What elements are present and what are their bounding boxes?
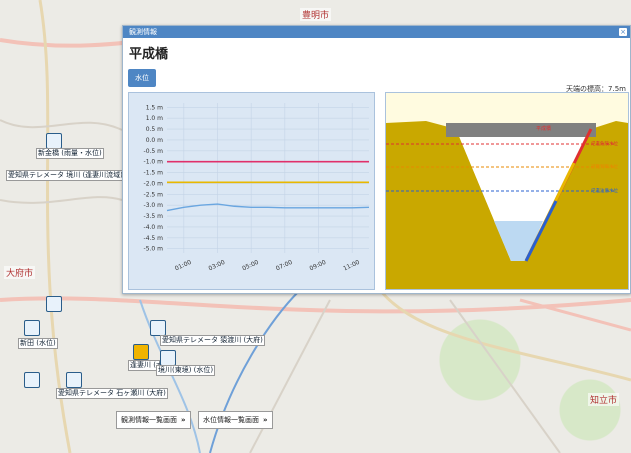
chart-svg: 1.5 m 1.0 m 0.5 m 0.0 m -0.5 m -1.0 m -1.5 m -2… bbox=[144, 103, 370, 273]
station-marker-icon[interactable] bbox=[46, 133, 62, 149]
bridge-deck bbox=[446, 123, 596, 137]
popup-header: 観測情報 bbox=[123, 26, 630, 38]
x-tick-label: 09:00 bbox=[309, 259, 328, 273]
bridge-label: 平成橋 bbox=[536, 125, 551, 132]
y-tick-label: 1.5 m bbox=[146, 104, 163, 111]
y-tick-label: -0.5 m bbox=[144, 148, 164, 155]
y-tick-label: -1.5 m bbox=[144, 170, 164, 177]
double-chevron-right-icon: » bbox=[263, 416, 268, 424]
level-label-danger: 氾濫危険水位 bbox=[591, 140, 618, 147]
y-tick-label: -3.0 m bbox=[144, 202, 164, 209]
cross-section-svg: 平成橋 氾濫危険水位 避難判断水位 氾濫注意水位 bbox=[386, 93, 628, 289]
station-marker-icon[interactable] bbox=[160, 350, 176, 366]
y-tick-label: 0.0 m bbox=[146, 137, 163, 144]
y-tick-label: -5.0 m bbox=[144, 246, 164, 253]
station-marker-icon[interactable] bbox=[66, 372, 82, 388]
y-tick-label: 1.0 m bbox=[146, 115, 163, 122]
x-tick-label: 01:00 bbox=[174, 259, 193, 273]
map-label-toyoake: 豊明市 bbox=[300, 8, 332, 21]
y-tick-label: -2.0 m bbox=[144, 180, 164, 187]
level-label-caution: 氾濫注意水位 bbox=[591, 187, 618, 194]
y-tick-label: -2.5 m bbox=[144, 191, 164, 198]
station-marker-icon[interactable] bbox=[24, 320, 40, 336]
marker-label: 新田 (水位) bbox=[18, 338, 58, 349]
x-tick-label: 05:00 bbox=[241, 259, 260, 273]
observation-popup: 観測情報 × 平成橋 水位 天端の標高：7.5m 1.5 m 1.0 m 0.5 m… bbox=[122, 25, 631, 294]
double-chevron-right-icon: » bbox=[181, 416, 186, 424]
water-level-list-label: 水位情報一覧画面 bbox=[203, 416, 259, 424]
station-title: 平成橋 bbox=[129, 47, 169, 62]
station-marker-icon[interactable] bbox=[46, 296, 62, 312]
y-tick-label: -3.5 m bbox=[144, 213, 164, 220]
level-label-evacuation: 避難判断水位 bbox=[591, 163, 618, 170]
observation-list-label: 観測情報一覧画面 bbox=[121, 416, 177, 424]
map-label-chiryu: 知立市 bbox=[588, 393, 620, 406]
water-level-chart: 1.5 m 1.0 m 0.5 m 0.0 m -0.5 m -1.0 m -1.5 m -2… bbox=[128, 92, 375, 290]
y-tick-label: -4.5 m bbox=[144, 235, 164, 242]
y-tick-label: -4.0 m bbox=[144, 224, 164, 231]
y-tick-label: 0.5 m bbox=[146, 126, 163, 133]
close-icon[interactable]: × bbox=[619, 28, 627, 36]
observation-list-button[interactable]: 観測情報一覧画面 » bbox=[116, 411, 191, 429]
station-marker-icon[interactable] bbox=[24, 372, 40, 388]
map-label-obu: 大府市 bbox=[4, 266, 36, 279]
x-tick-label: 11:00 bbox=[342, 259, 361, 273]
y-tick-label: -1.0 m bbox=[144, 159, 164, 166]
tab-water-level[interactable]: 水位 bbox=[128, 69, 156, 87]
marker-label: 愛知県テレメータ 石ヶ瀬川 (大府) bbox=[56, 388, 168, 399]
station-marker-selected-icon[interactable] bbox=[133, 344, 149, 360]
marker-label: 愛知県テレメータ 境川 (逢妻川流域) bbox=[6, 170, 125, 181]
station-marker-icon[interactable] bbox=[150, 320, 166, 336]
water-level-list-button[interactable]: 水位情報一覧画面 » bbox=[198, 411, 273, 429]
x-tick-label: 07:00 bbox=[275, 259, 294, 273]
river-cross-section: 平成橋 氾濫危険水位 避難判断水位 氾濫注意水位 bbox=[385, 92, 629, 290]
x-tick-label: 03:00 bbox=[208, 259, 227, 273]
marker-label: 境川(東境) (水位) bbox=[156, 365, 216, 376]
marker-label: 愛知県テレメータ 猿渡川 (大府) bbox=[160, 335, 265, 346]
marker-label: 新金橋 (雨量・水位) bbox=[36, 148, 104, 159]
